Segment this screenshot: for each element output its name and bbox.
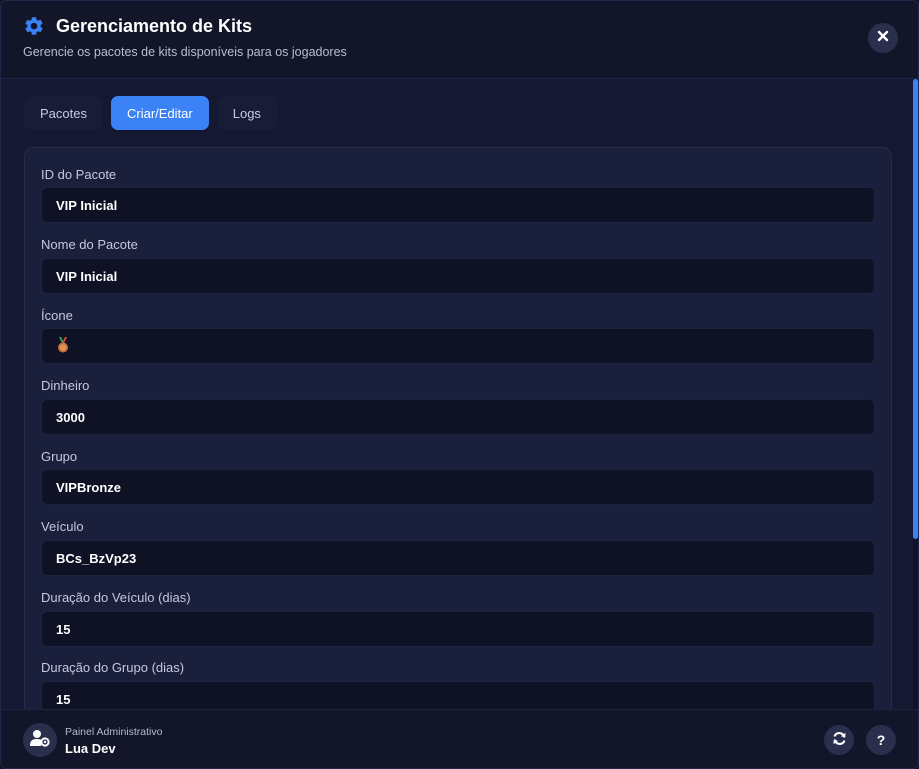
- help-button[interactable]: ?: [866, 725, 896, 755]
- header: Gerenciamento de Kits Gerencie os pacote…: [1, 1, 918, 79]
- vehicle-label: Veículo: [41, 519, 84, 534]
- tab-bar: Pacotes Criar/Editar Logs: [24, 96, 277, 130]
- tab-pacotes[interactable]: Pacotes: [24, 96, 103, 130]
- user-gear-icon: [30, 729, 50, 752]
- package-name-input[interactable]: VIP Inicial: [41, 258, 875, 294]
- page-title: Gerenciamento de Kits: [56, 15, 253, 36]
- scrollbar-thumb[interactable]: [913, 79, 918, 539]
- help-icon: ?: [876, 732, 886, 748]
- tab-logs[interactable]: Logs: [216, 96, 277, 130]
- tab-criar-editar[interactable]: Criar/Editar: [110, 96, 209, 130]
- package-id-input[interactable]: VIP Inicial: [41, 187, 875, 223]
- vehicle-input[interactable]: BCs_BzVp23: [41, 540, 875, 576]
- close-button[interactable]: [868, 23, 898, 53]
- money-label: Dinheiro: [41, 378, 90, 393]
- footer-role: Painel Administrativo: [65, 726, 163, 738]
- footer-username: Lua Dev: [65, 741, 116, 756]
- package-name-label: Nome do Pacote: [41, 237, 138, 252]
- avatar: [23, 723, 57, 757]
- vehicle-duration-input[interactable]: 15: [41, 611, 875, 647]
- group-input[interactable]: VIPBronze: [41, 469, 875, 505]
- footer: Painel Administrativo Lua Dev ?: [1, 709, 918, 768]
- group-label: Grupo: [41, 449, 78, 464]
- gear-icon: [23, 15, 45, 37]
- money-input[interactable]: 3000: [41, 399, 875, 435]
- refresh-icon: [832, 731, 847, 749]
- vehicle-duration-label: Duração do Veículo (dias): [41, 590, 191, 605]
- package-id-label: ID do Pacote: [41, 167, 117, 182]
- group-duration-label: Duração do Grupo (dias): [41, 660, 185, 675]
- close-icon: [877, 29, 889, 47]
- refresh-button[interactable]: [824, 725, 854, 755]
- kits-management-window: Gerenciamento de Kits Gerencie os pacote…: [0, 0, 919, 769]
- title-row: Gerenciamento de Kits: [23, 15, 252, 37]
- bronze-medal-icon: [56, 336, 70, 356]
- page-subtitle: Gerencie os pacotes de kits disponíveis …: [23, 45, 347, 59]
- package-form: ID do Pacote VIP Inicial Nome do Pacote …: [24, 147, 892, 747]
- icon-input[interactable]: [41, 328, 875, 364]
- icon-label: Ícone: [41, 308, 73, 323]
